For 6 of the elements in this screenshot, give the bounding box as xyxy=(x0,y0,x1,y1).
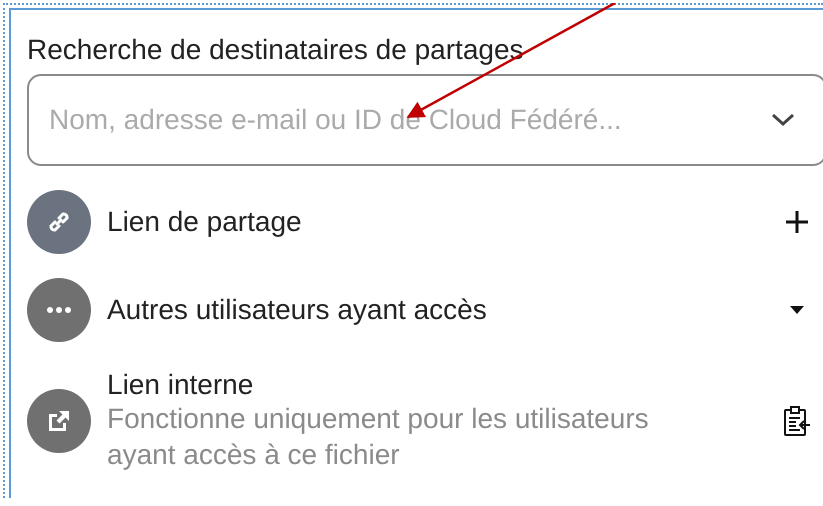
search-label: Recherche de destinataires de partages xyxy=(27,34,525,67)
entry-title: Lien interne xyxy=(107,369,254,401)
entry-title: Lien de partage xyxy=(107,206,303,238)
chevron-down-icon xyxy=(770,112,796,128)
entry-description: Fonctionne uniquement pour les utilisateurs ayant accès à ce fichier xyxy=(107,402,650,472)
entry-title: Autres utilisateurs ayant accès xyxy=(107,294,488,326)
